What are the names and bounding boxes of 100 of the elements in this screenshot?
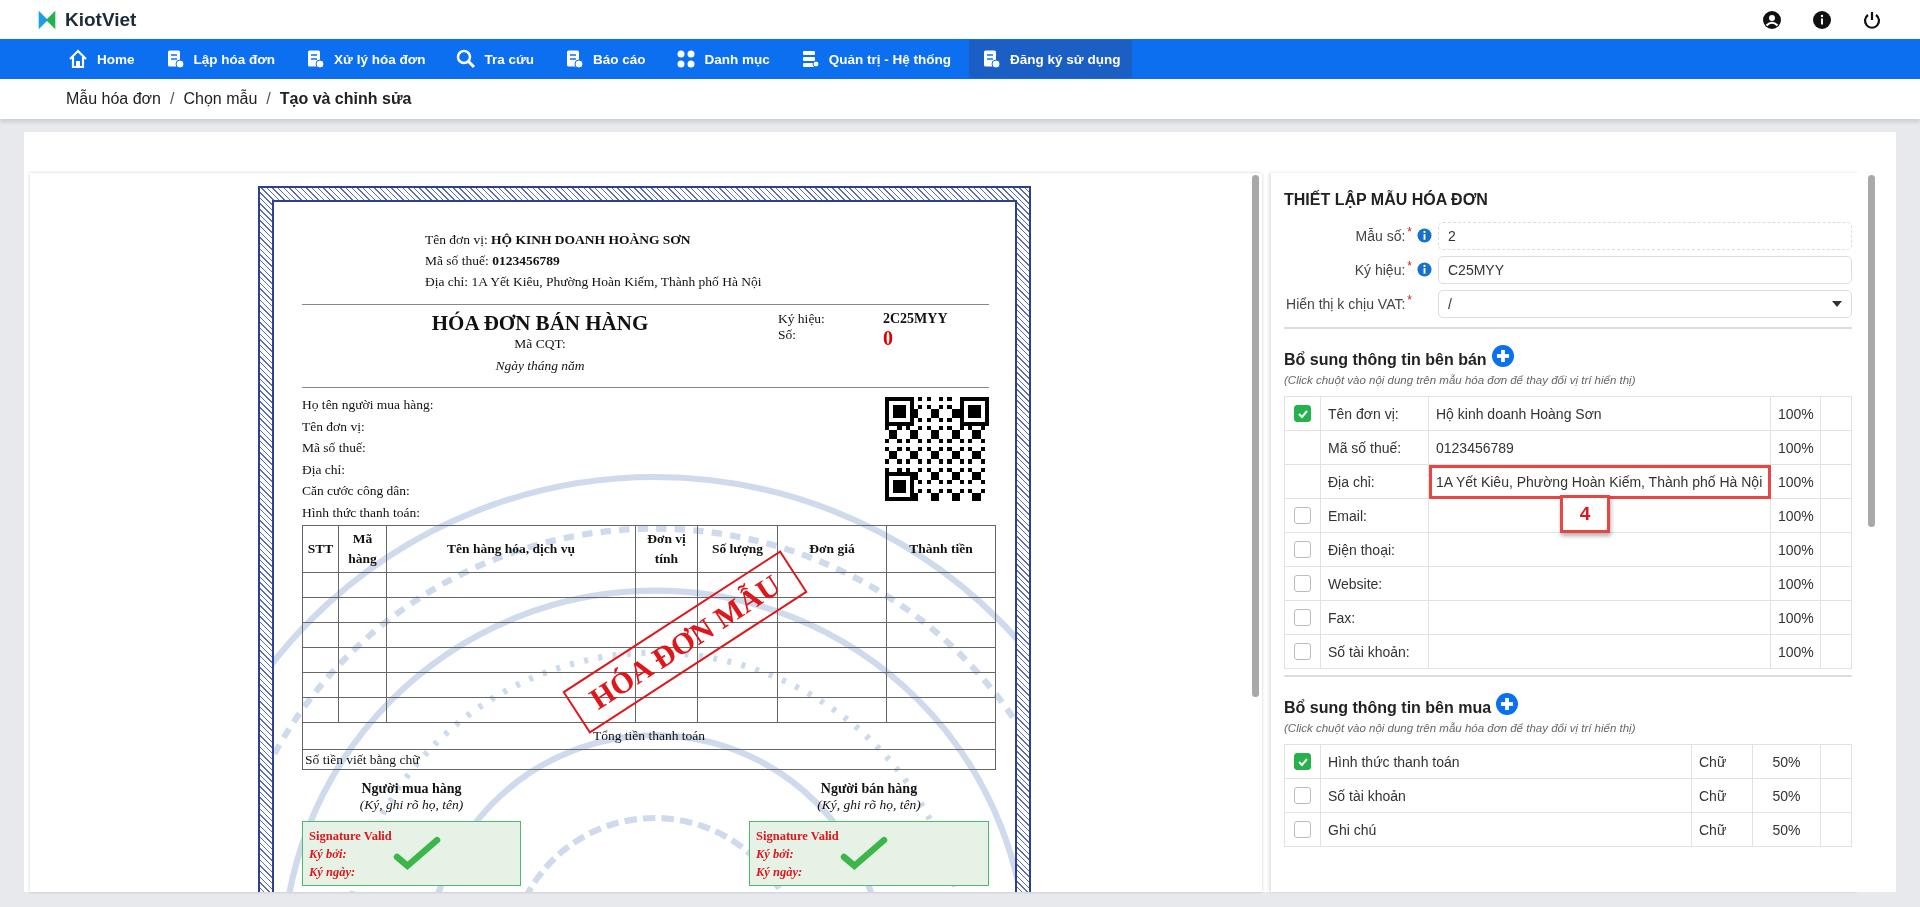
checkbox[interactable] [1294,575,1311,593]
power-icon[interactable] [1862,9,1882,30]
tax-code-label: Mã CQT: [513,336,567,352]
user-icon[interactable] [1762,9,1782,30]
table-cell: 100% [1770,566,1821,601]
table-cell: 100% [1770,532,1821,567]
column-header: Mã hàng [338,525,387,573]
signer-note: (Ký, ghi rõ họ, tên) [359,797,464,813]
caret-icon [1832,301,1842,307]
panel-title: THIẾT LẬP MẪU HÓA ĐƠN [1284,191,1489,209]
checkbox[interactable] [1294,753,1311,771]
grid-icon [675,49,696,69]
table-cell: Email: [1320,498,1429,533]
checkbox[interactable] [1294,507,1311,525]
seller-info-line: Mã số thuế: 0123456789 [425,252,561,270]
breadcrumb-link[interactable]: Tạo và chỉnh sửa [279,90,412,108]
checkbox[interactable] [1294,541,1311,559]
input-field[interactable]: 2 [1438,222,1852,250]
signed-by-label: Ký bởi: [309,846,348,863]
table-cell: Website: [1320,566,1429,601]
nav-tab[interactable]: Báo cáo [552,40,658,78]
required-mark: * [1407,293,1412,307]
checkbox[interactable] [1294,405,1311,423]
table-cell: 50% [1752,778,1821,813]
symbol-label: Ký hiệu: [778,311,826,327]
table-cell: Ghi chú [1320,812,1692,847]
table-cell: 100% [1770,600,1821,635]
step-callout: 4 [1560,495,1610,533]
nav-tab[interactable]: Xử lý hóa đơn [293,40,438,78]
nav-tab[interactable]: Home [56,40,147,78]
table-cell: Mã số thuế: [1320,430,1429,465]
add-icon[interactable] [1491,345,1514,367]
field-label: Mẫu số: [1355,228,1406,244]
scrollbar[interactable] [1868,175,1875,527]
checkbox[interactable] [1294,821,1311,839]
scrollbar[interactable] [1252,175,1259,697]
required-mark: * [1407,259,1412,273]
nav-tab[interactable]: Đăng ký sử dụng [969,40,1133,78]
invoice-date: Ngày tháng năm [494,358,586,374]
table-cell: 0123456789 [1428,430,1771,465]
table-cell: Địa chỉ: [1320,464,1429,499]
breadcrumb-separator: / [170,90,175,108]
table-cell: Hình thức thanh toán [1320,744,1692,779]
home-icon [68,49,88,69]
signer-title: Người mua hàng [361,781,462,797]
checkbox[interactable] [1294,643,1311,661]
checkmark-icon [393,834,441,872]
column-header: Thành tiền [886,525,996,573]
checkbox[interactable] [1294,609,1311,627]
nav-tab[interactable]: Danh mục [663,40,782,78]
table-cell: Fax: [1320,600,1429,635]
breadcrumb-link[interactable]: Mẫu hóa đơn [66,90,161,108]
table-cell: Chữ [1691,812,1753,847]
seller-info-line: Địa chỉ: 1A Yết Kiêu, Phường Hoàn Kiếm, Thành phố Hà Nội [425,273,763,291]
signed-date-label: Ký ngày: [756,864,804,881]
app-name: KiotViet [65,8,137,31]
table-cell: Điện thoại: [1320,532,1429,567]
checkmark-icon [840,834,888,872]
table-cell: Chữ [1691,744,1753,779]
column-header: STT [302,525,339,573]
nav-tab[interactable]: Quản trị - Hệ thống [787,40,964,78]
table-cell: Hộ kinh doanh Hoàng Sơn [1428,396,1771,431]
field-label: Hiển thị k chịu VAT: [1286,296,1406,312]
table-cell: Chữ [1691,778,1753,813]
search-icon [455,49,476,69]
section-title: Bổ sung thông tin bên bán [1284,351,1487,369]
symbol-value: 2C25MYY [883,311,948,327]
table-cell: 100% [1770,464,1821,499]
table-cell: 50% [1752,812,1821,847]
signed-date-label: Ký ngày: [309,864,357,881]
field-label: Ký hiệu: [1354,262,1406,278]
seller-info-line: Tên đơn vị: HỘ KINH DOANH HOÀNG SƠN [425,231,692,249]
required-mark: * [1407,225,1412,239]
buyer-field-label: Căn cước công dân: [302,482,411,500]
signature-status: Signature Valid [309,828,393,845]
buyer-field-label: Họ tên người mua hàng: [302,396,434,414]
table-cell: 1A Yết Kiêu, Phường Hoàn Kiếm, Thành phố Hà Nội [1428,464,1771,499]
invoice-title: HÓA ĐƠN BÁN HÀNG [430,311,650,336]
input-field[interactable]: C25MYY [1438,256,1852,284]
nav-tab[interactable]: Tra cứu [443,40,547,78]
section-hint: (Click chuột vào nội dung trên mẫu hóa đơn để thay đổi vị trí hiển thị) [1284,374,1637,386]
section-title: Bổ sung thông tin bên mua [1284,699,1492,717]
checkbox[interactable] [1294,787,1311,805]
column-header: Đơn giá [777,525,887,573]
amount-in-words-label: Số tiền viết bằng chữ [302,749,996,770]
vat-dropdown[interactable]: / [1438,290,1852,318]
info-icon[interactable] [1812,9,1832,30]
buyer-field-label: Mã số thuế: [302,439,367,457]
breadcrumb-separator: / [266,90,271,108]
add-icon[interactable] [1496,693,1519,715]
table-cell: 100% [1770,634,1821,669]
breadcrumb-link[interactable]: Chọn mẫu [183,90,258,108]
invoice-number: 0 [883,327,893,350]
section-hint: (Click chuột vào nội dung trên mẫu hóa đơn để thay đổi vị trí hiển thị) [1284,722,1637,734]
signer-note: (Ký, ghi rõ họ, tên) [817,797,921,813]
signer-title: Người bán hàng [820,781,918,797]
nav-tab[interactable]: Lập hóa đơn [152,40,288,78]
table-cell: 100% [1770,498,1821,533]
signed-by-label: Ký bởi: [756,846,795,863]
table-cell: 100% [1770,396,1821,431]
